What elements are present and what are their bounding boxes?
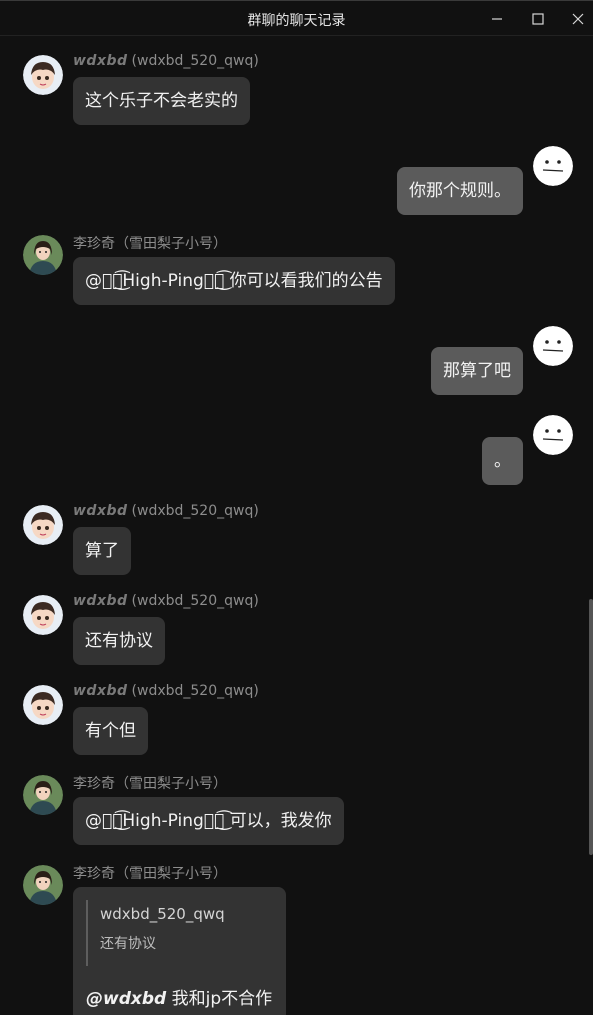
message-bubble[interactable]: 还有协议 — [73, 617, 165, 665]
boy-avatar[interactable] — [23, 55, 63, 95]
maximize-button[interactable] — [524, 7, 552, 31]
minimize-icon — [492, 18, 502, 20]
close-button[interactable] — [564, 7, 592, 31]
close-icon — [572, 13, 584, 25]
boy-avatar[interactable] — [23, 595, 63, 635]
chat-history-window: 群聊的聊天记录 wdxbd (wdxbd_520_qwq) 这个乐子不会老实的 你… — [0, 0, 593, 1015]
message-bubble[interactable]: 那算了吧 — [431, 347, 523, 395]
boy-avatar[interactable] — [23, 505, 63, 545]
message-list[interactable]: wdxbd (wdxbd_520_qwq) 这个乐子不会老实的 你那个规则。 李珍… — [0, 37, 593, 1015]
sender-name: wdxbd (wdxbd_520_qwq) — [73, 53, 259, 69]
neutral-face-avatar[interactable] — [533, 146, 573, 186]
sender-name: 李珍奇（雪田梨子小号） — [73, 866, 227, 882]
message-bubble[interactable]: @ৡৢ͜͡High-Pingৡৢ͜͡ 你可以看我们的公告 — [73, 257, 395, 305]
girl-avatar[interactable] — [23, 235, 63, 275]
boy-avatar[interactable] — [23, 685, 63, 725]
quoted-sender[interactable]: wdxbd_520_qwq — [100, 905, 225, 923]
sender-name: 李珍奇（雪田梨子小号） — [73, 236, 227, 252]
reply-text: @wdxbd 我和jp不合作 — [86, 989, 273, 1009]
quoted-text[interactable]: 还有协议 — [100, 933, 156, 953]
quote-divider — [86, 900, 88, 966]
girl-avatar[interactable] — [23, 865, 63, 905]
message-bubble[interactable]: 。 — [482, 437, 523, 485]
message-bubble[interactable]: 这个乐子不会老实的 — [73, 77, 250, 125]
message-bubble[interactable]: @ৡৢ͜͡High-Pingৡৢ͜͡ 可以，我发你 — [73, 797, 344, 845]
mention[interactable]: @ৡৢ͜͡High-Pingৡৢ͜͡ — [85, 811, 224, 831]
maximize-icon — [532, 13, 544, 25]
mention[interactable]: @wdxbd — [86, 989, 166, 1009]
sender-name: wdxbd (wdxbd_520_qwq) — [73, 593, 259, 609]
minimize-button[interactable] — [483, 7, 511, 31]
message-bubble[interactable]: 你那个规则。 — [397, 167, 523, 215]
sender-name: 李珍奇（雪田梨子小号） — [73, 776, 227, 792]
message-bubble[interactable]: 有个但 — [73, 707, 148, 755]
sender-name: wdxbd (wdxbd_520_qwq) — [73, 503, 259, 519]
neutral-face-avatar[interactable] — [533, 326, 573, 366]
neutral-face-avatar[interactable] — [533, 415, 573, 455]
mention[interactable]: @ৡৢ͜͡High-Pingৡৢ͜͡ — [85, 271, 224, 291]
girl-avatar[interactable] — [23, 775, 63, 815]
sender-name: wdxbd (wdxbd_520_qwq) — [73, 683, 259, 699]
title-bar: 群聊的聊天记录 — [0, 1, 593, 36]
message-bubble[interactable]: 算了 — [73, 527, 131, 575]
scrollbar-thumb[interactable] — [589, 599, 593, 855]
reply-message-bubble[interactable]: wdxbd_520_qwq 还有协议 @wdxbd 我和jp不合作 — [73, 887, 286, 1015]
